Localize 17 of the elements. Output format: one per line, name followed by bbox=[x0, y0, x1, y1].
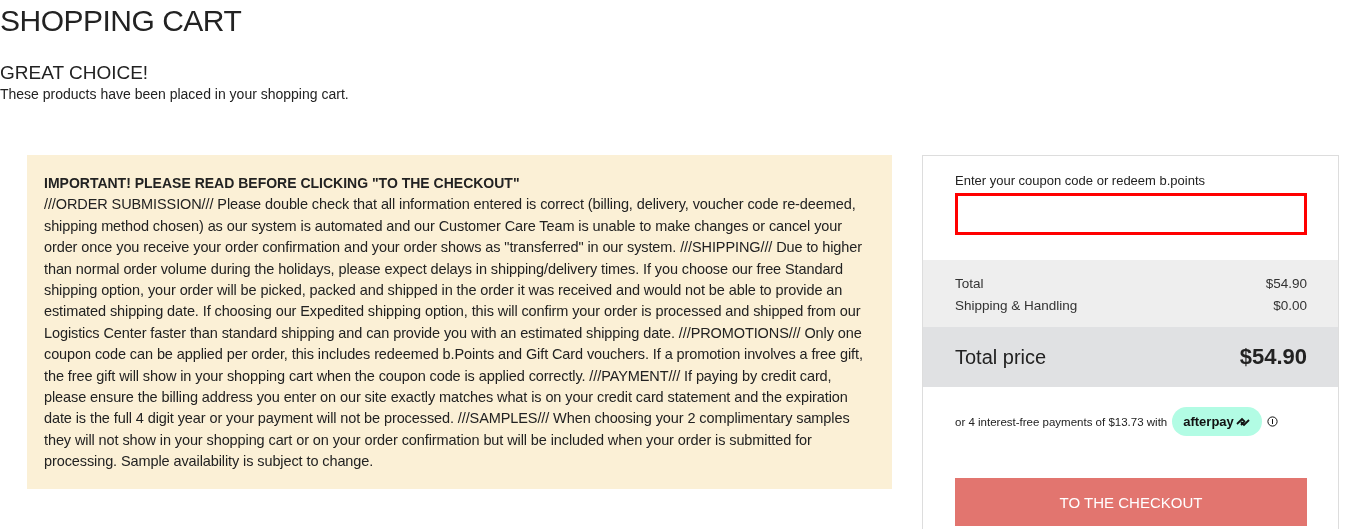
confirmation-message: These products have been placed in your shopping cart. bbox=[0, 86, 350, 102]
line-value: $54.90 bbox=[1265, 275, 1307, 293]
page-title: SHOPPING CART bbox=[0, 3, 243, 38]
total-value: $54.90 bbox=[1239, 344, 1307, 370]
line-value: $0.00 bbox=[1273, 297, 1307, 315]
confirmation-heading: GREAT CHOICE! bbox=[0, 62, 150, 84]
info-icon[interactable] bbox=[1266, 416, 1278, 427]
coupon-label: Enter your coupon code or redeem b.points bbox=[955, 173, 1207, 188]
notice-text: ///ORDER SUBMISSION/// Please double check that all information entered is correct (billing, delivery, voucher code re-deemed, shipping method chosen) as our system is automated and our Customer Care Team is unable to make changes or cancel your order once you receive your order confirmation and your order shows as "transferred" in our system. ///SHIPPING/// Due to higher than normal order volume during the holidays, please expect delays in shipping/delivery times. If you choose our free Standard shipping option, your order will be picked, packed and shipped in the order it was received and would not be able to provide an estimated shipping date. If choosing our Expedited shipping option, this will confirm your order is processed and shipped from our Logistics Center faster than standard shipping and can provide you with an estimated shipping date. ///PROMOTIONS/// Only one coupon code can be applied per order, this includes redeemed b.Points and Gift Card vouchers. If a promotion involves a free gift, the free gift will show in your shopping cart when the coupon code is applied correctly. ///PAYMENT/// If paying by credit card, please ensure the billing address you enter on our site exactly matches what is on your credit card statement and the expiration date is the full 4 digit year or your payment will not be processed. ///SAMPLES/// When choosing your 2 complimentary samples they will not show in your shopping cart or on your order confirmation but will be included when your order is submitted for processing. Sample availability is subject to change. bbox=[44, 195, 864, 472]
line-label: Total bbox=[955, 275, 984, 293]
coupon-field[interactable] bbox=[955, 193, 1307, 235]
line-label: Shipping & Handling bbox=[955, 297, 1078, 315]
installments-text: or 4 interest-free payments of $13.73 with bbox=[955, 415, 1168, 428]
afterpay-badge[interactable]: afterpay bbox=[1172, 407, 1262, 436]
total-label: Total price bbox=[955, 345, 1047, 369]
arrows-icon bbox=[1234, 416, 1251, 427]
notice-heading: IMPORTANT! PLEASE READ BEFORE CLICKING "TO THE CHECKOUT" bbox=[44, 174, 521, 193]
